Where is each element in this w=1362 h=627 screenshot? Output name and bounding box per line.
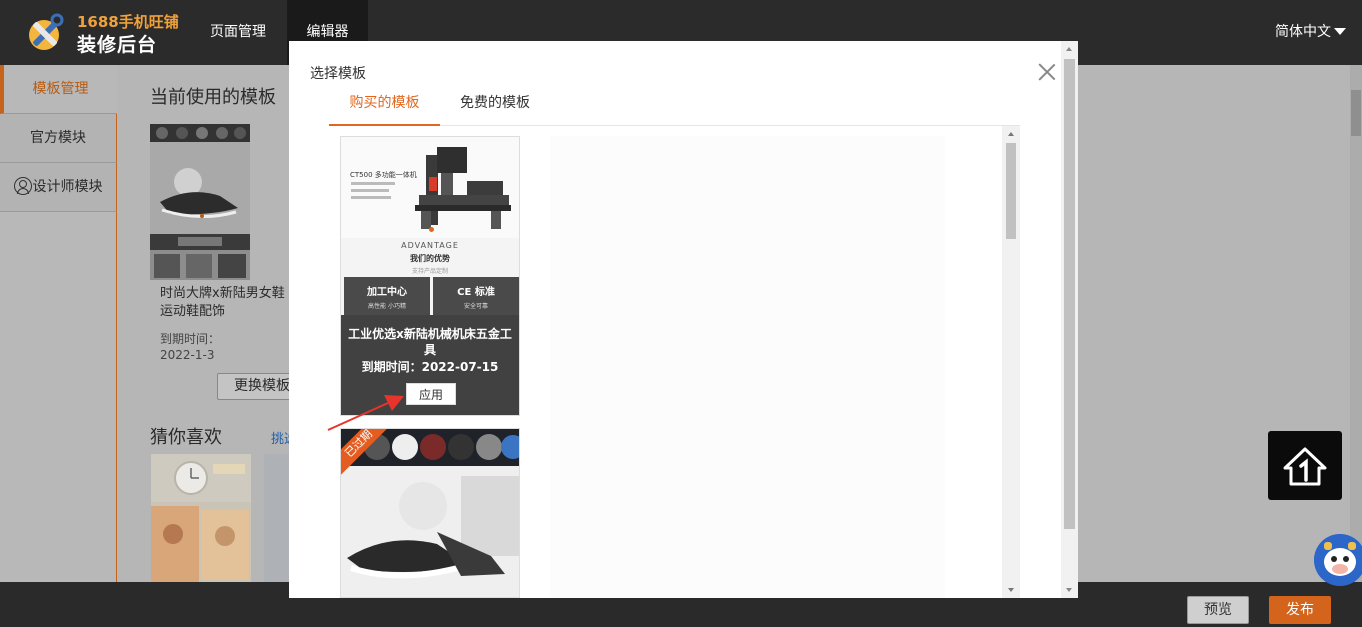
template-card[interactable]: CT500 多功能一体机 ADVANTAGE 我们的优势 支持产品定制 加工中心…: [340, 136, 520, 416]
current-template-heading: 当前使用的模板: [150, 87, 276, 108]
template-preview-shoe: [341, 466, 519, 597]
scroll-down-icon[interactable]: [1008, 588, 1014, 592]
cow-mascot-icon: [1314, 534, 1362, 586]
template-preview-heading: CT500 多功能一体机: [350, 171, 417, 179]
dialog-scrollbar-thumb[interactable]: [1064, 59, 1075, 529]
tab-purchased-templates[interactable]: 购买的模板: [329, 83, 440, 126]
current-template-thumbnail: [150, 124, 250, 280]
user-icon: [13, 177, 32, 195]
select-template-dialog: 选择模板 购买的模板 免费的模板 CT500 多功能一体机 ADVANTAGE …: [289, 41, 1078, 598]
language-label: 简体中文: [1275, 24, 1331, 40]
current-template-expiry-label: 到期时间：: [160, 332, 221, 346]
template-preview-feature: CE 标准 安全可靠: [433, 277, 519, 315]
language-selector[interactable]: 简体中文: [1275, 0, 1346, 65]
floating-home-badge[interactable]: [1268, 431, 1342, 500]
preview-button[interactable]: 预览: [1187, 596, 1249, 624]
sidebar-item-official-modules[interactable]: 官方模块: [0, 114, 117, 163]
template-preview-section-cn: 我们的优势: [410, 254, 450, 263]
dialog-scrollbar[interactable]: [1061, 41, 1078, 598]
feature-title: 加工中心: [367, 287, 407, 298]
publish-button[interactable]: 发布: [1269, 596, 1331, 624]
template-tabs: 购买的模板 免费的模板: [329, 83, 1020, 126]
annotation-arrow-icon: [327, 395, 404, 431]
current-template-expiry-date: 2022-1-3: [160, 348, 215, 362]
page-scrollbar-thumb[interactable]: [1351, 90, 1361, 136]
sidebar-divider: [116, 212, 117, 582]
sidebar-item-label: 设计师模块: [32, 179, 103, 195]
change-template-button[interactable]: 更换模板: [217, 373, 297, 400]
tools-logo-icon: [24, 12, 68, 54]
recommendations-heading: 猜你喜欢: [150, 427, 222, 448]
scroll-down-icon[interactable]: [1066, 588, 1072, 592]
logo-title: 装修后台: [77, 34, 158, 56]
caret-down-icon: [1334, 28, 1346, 35]
recommended-template-thumbnail[interactable]: [151, 454, 251, 582]
feature-title: CE 标准: [457, 287, 495, 298]
sidebar: 模板管理 官方模块 设计师模块: [0, 65, 117, 582]
scroll-up-icon[interactable]: [1008, 132, 1014, 136]
template-preview-section-sub: 支持产品定制: [411, 268, 448, 275]
apply-template-button[interactable]: 应用: [406, 383, 456, 405]
carousel-dot: [429, 227, 434, 232]
sidebar-item-designer-modules[interactable]: 设计师模块: [0, 163, 117, 212]
sidebar-item-template-management[interactable]: 模板管理: [0, 65, 117, 114]
logo-subtitle: 1688手机旺铺: [77, 13, 179, 31]
assistant-avatar[interactable]: [1314, 534, 1362, 586]
template-list-scrollbar-thumb[interactable]: [1006, 143, 1016, 239]
template-preview-section-en: ADVANTAGE: [401, 241, 459, 250]
home-number-icon: [1283, 447, 1327, 486]
template-preview-feature: 加工中心 高性能 小巧精: [344, 277, 430, 315]
feature-subtitle: 高性能 小巧精: [368, 303, 406, 310]
nav-page-management[interactable]: 页面管理: [196, 0, 280, 65]
close-icon[interactable]: [1038, 63, 1056, 81]
current-template-name: 时尚大牌x新陆男女鞋运动鞋配饰: [160, 286, 285, 319]
recommended-template-thumbnail[interactable]: [264, 454, 289, 582]
page-scrollbar[interactable]: [1350, 65, 1362, 582]
feature-subtitle: 安全可靠: [463, 303, 488, 310]
template-preview-hero: [341, 137, 519, 238]
template-card[interactable]: 已过期: [340, 428, 520, 598]
template-list-scrollbar[interactable]: [1002, 126, 1020, 598]
template-expiry: 到期时间：2022-07-15: [361, 360, 499, 374]
scroll-up-icon[interactable]: [1066, 47, 1072, 51]
template-name: 工业优选x新陆机械机床五金工具: [348, 327, 512, 357]
dialog-title: 选择模板: [310, 66, 366, 82]
tab-free-templates[interactable]: 免费的模板: [440, 83, 550, 126]
template-grid-loading-area: [550, 136, 945, 598]
